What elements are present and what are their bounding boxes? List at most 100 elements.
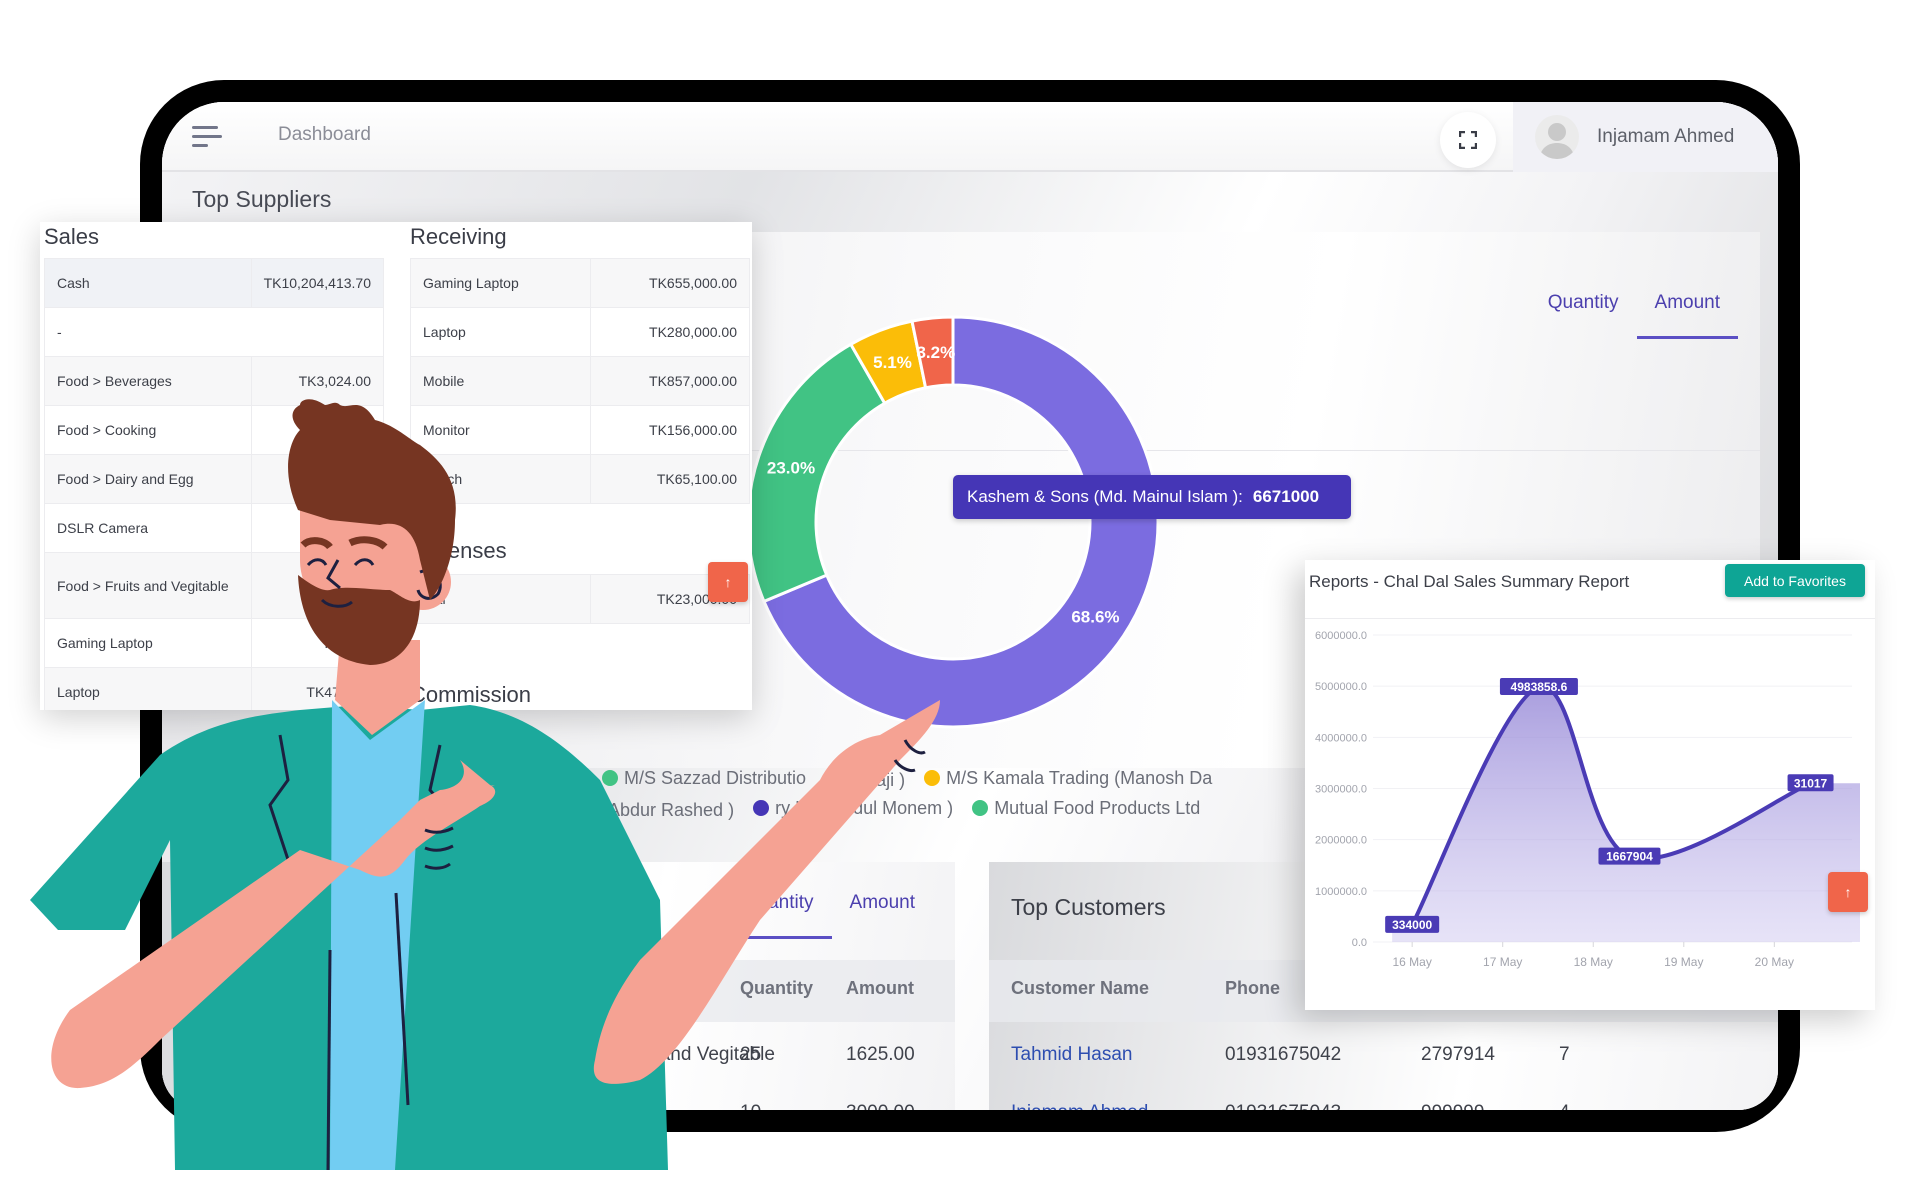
product-quantity: 25: [740, 1044, 762, 1065]
product-amount: 3000.00: [846, 1102, 915, 1110]
row-label: Gaming Laptop: [44, 618, 252, 668]
table-row: Food > Cooking TK...51...: [44, 405, 385, 455]
customer-name-link[interactable]: Injamam Ahmed: [1011, 1102, 1148, 1110]
legend-item[interactable]: Mutual Food Products Ltd: [972, 794, 1200, 822]
y-tick-label: 6000000.0: [1315, 630, 1367, 642]
row-value: TK156,000.00: [590, 405, 750, 455]
row-label: Food > Fruits and Vegitable: [44, 552, 252, 619]
row-label: Laptop: [44, 667, 252, 710]
table-row: Laptop TK472,3...: [44, 667, 385, 710]
customer-amount: 2797914: [1421, 1044, 1495, 1065]
legend-item[interactable]: im Faraji ): [825, 766, 905, 794]
row-label: Cash: [44, 258, 252, 308]
row-label: Monitor: [410, 405, 591, 455]
x-tick-label: 16 May: [1392, 955, 1431, 969]
x-tick-label: 19 May: [1664, 955, 1703, 969]
chart-legend: M/S Sazzad Distributio im Faraji ) M/S K…: [602, 764, 1226, 824]
table-row: Gaming Laptop TK3,2...: [44, 618, 385, 668]
row-value: TK472,3...: [250, 667, 385, 710]
column-quantity: Quantity: [740, 978, 814, 998]
row-label: Watch: [410, 454, 591, 504]
scroll-top-button[interactable]: ↑: [708, 562, 748, 602]
table-row: Monitor TK156,000.00: [410, 405, 750, 455]
legend-item[interactable]: M/S Sazzad Distributio: [602, 764, 806, 792]
row-value: [250, 454, 385, 504]
table-row: Food > Dairy and Egg: [44, 454, 385, 504]
stage: Dashboard Injamam Ahmed Top Suppliers Qu…: [0, 0, 1920, 1200]
y-tick-label: 3000000.0: [1315, 784, 1367, 796]
y-tick-label: 5000000.0: [1315, 681, 1367, 693]
x-tick-label: 18 May: [1574, 955, 1613, 969]
legend-item[interactable]: (Abdur Rashed ): [602, 796, 734, 824]
data-label: 1667904: [1606, 850, 1653, 864]
legend-dot-icon: [924, 770, 941, 786]
table-row: Food > Beverages TK3,024.00: [44, 356, 385, 406]
tab-quantity[interactable]: Quantity: [724, 892, 832, 939]
row-label: Gaming Laptop: [410, 258, 591, 308]
scroll-top-button[interactable]: ↑: [1828, 872, 1868, 912]
table-row: DSLR Camera TK2...: [44, 503, 385, 553]
table-row: ...al TK23,000.00: [410, 574, 750, 624]
top-products-card: Quantity Amount Quantity Amount Food > F…: [162, 862, 955, 1110]
table-row: Gaming Laptop TK655,000.00: [410, 258, 750, 308]
legend-dot-icon: [753, 800, 770, 816]
column-amount: Amount: [846, 978, 914, 998]
row-label: Mobile: [410, 356, 591, 406]
row-value: [250, 552, 385, 619]
y-tick-label: 4000000.0: [1315, 732, 1367, 744]
legend-item[interactable]: ry Ltd (Abdul Monem ): [753, 794, 953, 822]
y-tick-label: 1000000.0: [1315, 886, 1367, 898]
fullscreen-icon: [1459, 131, 1477, 149]
tooltip-label: Kashem & Sons (Md. Mainul Islam ):: [967, 487, 1243, 506]
x-tick-label: 17 May: [1483, 955, 1522, 969]
customer-phone: 01931675042: [1225, 1044, 1342, 1065]
tab-amount[interactable]: Amount: [832, 892, 933, 939]
row-value: TK655,000.00: [590, 258, 750, 308]
breadcrumb[interactable]: Dashboard: [278, 124, 371, 146]
fullscreen-button[interactable]: [1440, 112, 1496, 168]
top-customers-title: Top Customers: [1011, 894, 1166, 920]
tab-quantity[interactable]: Quantity: [1530, 292, 1637, 339]
expenses-table: ...al TK23,000.00: [410, 574, 750, 624]
table-row: Food > Fruits and Vegitable: [44, 552, 385, 619]
customer-count: 4: [1559, 1102, 1570, 1110]
row-value: TK2...: [250, 503, 385, 553]
y-tick-label: 2000000.0: [1315, 835, 1367, 847]
row-label: ...al: [410, 574, 591, 624]
customer-phone: 01931675043: [1225, 1102, 1341, 1110]
user-name: Injamam Ahmed: [1597, 126, 1735, 147]
customer-amount: 999999: [1421, 1102, 1484, 1110]
report-title: Reports - Chal Dal Sales Summary Report: [1309, 572, 1630, 591]
app-header: Dashboard Injamam Ahmed: [162, 102, 1778, 172]
sales-table: Cash TK10,204,413.70- Food > Beverages TK3,…: [44, 258, 385, 710]
legend-item[interactable]: M/S Kamala Trading (Manosh Da: [924, 764, 1212, 792]
row-value: TK280,000.00: [590, 307, 750, 357]
row-label: DSLR Camera: [44, 503, 252, 553]
supplier-tabs: Quantity Amount: [1530, 292, 1738, 339]
arrow-up-icon: ↑: [1844, 884, 1852, 900]
data-label: 31017: [1794, 776, 1828, 790]
report-panel: Reports - Chal Dal Sales Summary Report …: [1305, 560, 1875, 1010]
add-to-favorites-button[interactable]: Add to Favorites: [1725, 564, 1865, 597]
row-label: Laptop: [410, 307, 591, 357]
column-phone: Phone: [1225, 978, 1281, 998]
user-menu[interactable]: Injamam Ahmed: [1513, 102, 1778, 172]
table-row: Watch TK65,100.00: [410, 454, 750, 504]
table-header: Quantity Amount: [162, 960, 955, 1022]
product-quantity: 10: [740, 1102, 761, 1110]
receiving-title: Receiving: [410, 224, 507, 249]
customer-name-link[interactable]: Tahmid Hasan: [1011, 1044, 1132, 1066]
receiving-table: Gaming Laptop TK655,000.00 Laptop TK280,000…: [410, 258, 750, 504]
row-value: TK3,024.00: [250, 356, 385, 406]
sales-area-chart: 0.0 1000000.0 2000000.0 3000000.0 4000000.0 5…: [1315, 630, 1860, 969]
y-tick-label: 0.0: [1352, 937, 1367, 949]
row-label: Food > Cooking: [44, 405, 252, 455]
row-value: TK...51...: [250, 405, 385, 455]
expenses-title: Expenses: [410, 538, 507, 563]
menu-icon[interactable]: [192, 126, 222, 148]
tab-amount[interactable]: Amount: [1636, 292, 1738, 339]
column-customer-name: Customer Name: [1011, 978, 1150, 998]
table-row: Cash TK10,204,413.70: [44, 258, 385, 308]
top-suppliers-title: Top Suppliers: [192, 186, 332, 212]
row-label: Food > Beverages: [44, 356, 252, 406]
